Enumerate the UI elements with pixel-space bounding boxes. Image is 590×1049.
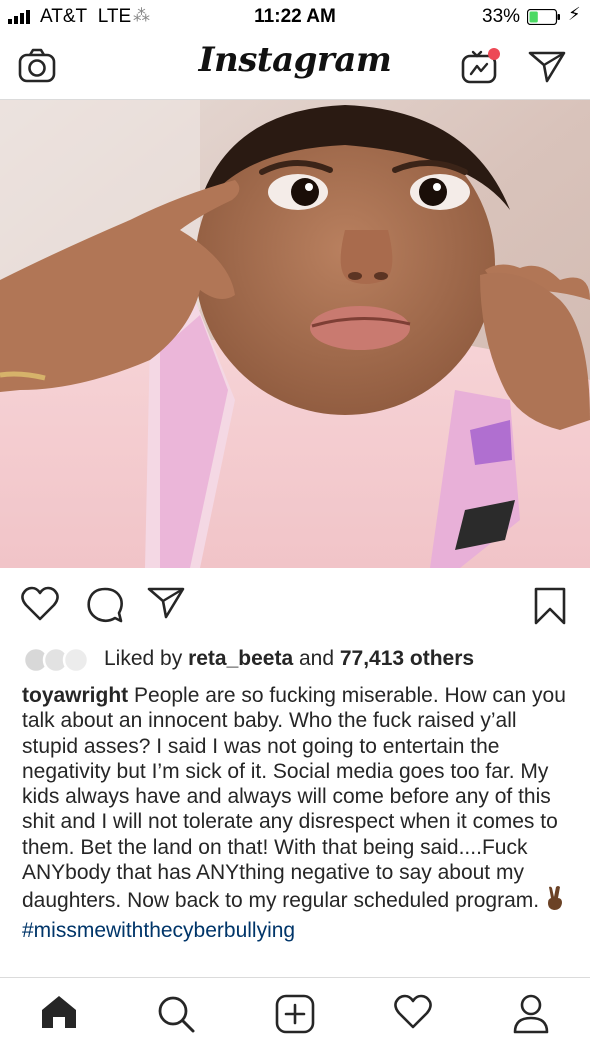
search-icon[interactable] xyxy=(156,994,196,1034)
post-caption: toyawright People are so fucking miserab… xyxy=(22,683,574,943)
post-actions xyxy=(0,570,590,640)
home-icon[interactable] xyxy=(40,994,78,1030)
likes-summary[interactable]: Liked by reta_beeta and 77,413 others xyxy=(22,644,582,676)
status-bar: AT&T LTE ⁂ 11:22 AM 33% ⚡ xyxy=(0,0,590,34)
victory-hand-emoji xyxy=(545,885,565,917)
direct-message-icon[interactable] xyxy=(527,50,567,84)
heart-icon[interactable] xyxy=(20,586,60,622)
likes-text: Liked by reta_beeta and 77,413 others xyxy=(104,647,475,670)
new-post-icon[interactable] xyxy=(275,994,315,1034)
signal-strength-icon xyxy=(8,10,30,24)
charging-icon: ⚡ xyxy=(568,4,581,24)
caption-text: People are so fucking miserable. How can… xyxy=(22,684,566,913)
caption-username[interactable]: toyawright xyxy=(22,684,128,707)
activity-spinner-icon: ⁂ xyxy=(133,6,150,25)
camera-icon[interactable] xyxy=(18,48,56,84)
bottom-tab-bar xyxy=(0,977,590,1049)
liker-avatars xyxy=(22,646,90,674)
igtv-icon[interactable] xyxy=(460,44,502,86)
comment-icon[interactable] xyxy=(86,586,124,624)
carrier-name: AT&T LTE xyxy=(40,6,132,27)
post-image xyxy=(0,100,590,568)
notification-dot xyxy=(488,48,500,60)
caption-hashtag[interactable]: #missmewiththecyberbullying xyxy=(22,919,295,942)
likes-count[interactable]: 77,413 others xyxy=(340,647,474,670)
post-photo[interactable] xyxy=(0,100,590,568)
share-icon[interactable] xyxy=(146,586,186,620)
network-type: LTE xyxy=(97,6,132,27)
liker-username[interactable]: reta_beeta xyxy=(188,647,293,670)
battery-icon xyxy=(527,9,560,25)
activity-icon[interactable] xyxy=(393,994,433,1030)
profile-icon[interactable] xyxy=(512,994,550,1034)
top-nav-bar: Instagram xyxy=(0,34,590,100)
bookmark-icon[interactable] xyxy=(533,586,567,626)
battery-percent: 33% xyxy=(482,6,521,27)
